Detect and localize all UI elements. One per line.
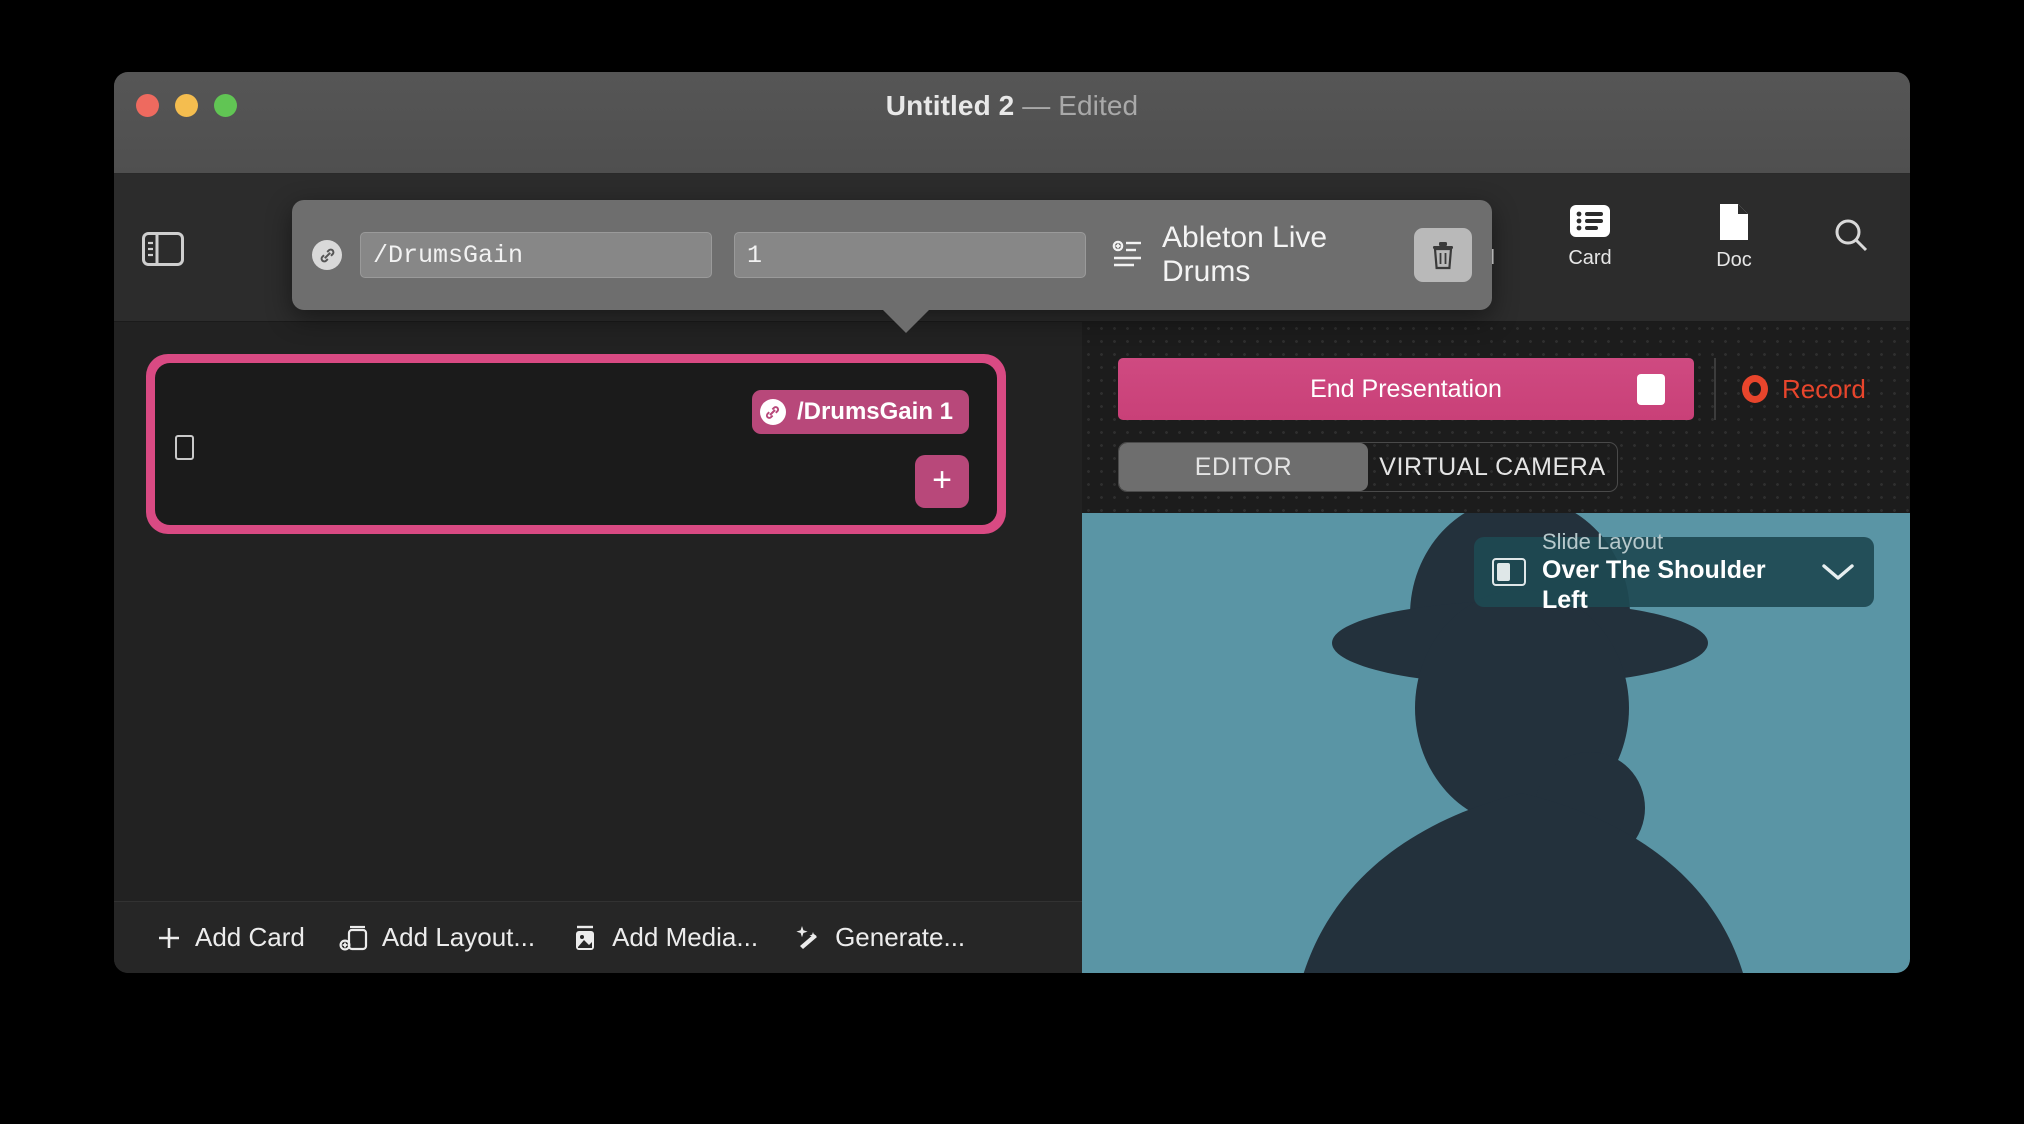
layout-split-icon xyxy=(1492,558,1526,586)
add-layout-label: Add Layout... xyxy=(382,922,535,953)
toolbar-card-label: Card xyxy=(1568,247,1611,270)
add-card-button[interactable]: Add Card xyxy=(154,922,305,953)
delete-binding-button[interactable] xyxy=(1414,228,1472,282)
window-edited-label: Edited xyxy=(1058,90,1138,121)
link-icon xyxy=(760,399,786,425)
record-label: Record xyxy=(1782,374,1866,405)
add-layout-icon xyxy=(339,922,371,954)
slide-layout-text: Slide Layout Over The Shoulder Left xyxy=(1542,529,1804,614)
trash-icon xyxy=(1430,240,1456,270)
card-add-button[interactable]: + xyxy=(915,455,969,508)
end-presentation-button[interactable]: End Presentation xyxy=(1118,358,1694,420)
slide-layout-caption: Slide Layout xyxy=(1542,529,1663,554)
popover-arrow xyxy=(880,307,932,333)
osc-address-input[interactable]: /DrumsGain xyxy=(360,232,712,278)
cards-pane: /DrumsGain 1 + Add Card xyxy=(114,322,1082,973)
window-title-separator: — xyxy=(1022,90,1050,121)
list-settings-icon[interactable] xyxy=(1110,237,1146,273)
slide-layout-value: Over The Shoulder Left xyxy=(1542,556,1766,614)
cards-bottom-toolbar: Add Card Add Layout... xyxy=(114,901,1082,973)
osc-link-chip[interactable]: /DrumsGain 1 xyxy=(752,390,969,434)
search-icon[interactable] xyxy=(1832,216,1870,259)
sparkles-icon xyxy=(792,922,824,954)
tab-virtual-camera[interactable]: VIRTUAL CAMERA xyxy=(1368,443,1617,491)
presentation-pane: End Presentation Record EDITOR VIRTUAL C… xyxy=(1082,322,1910,973)
osc-target-label: Ableton Live Drums xyxy=(1162,221,1414,289)
screenshot-root: Untitled 2 — Edited xyxy=(0,0,2024,1124)
toolbar-card-button[interactable]: Card xyxy=(1544,202,1636,270)
window-title: Untitled 2 — Edited xyxy=(114,90,1910,122)
add-media-button[interactable]: Add Media... xyxy=(569,922,758,954)
slide-preview: Slide Layout Over The Shoulder Left xyxy=(1082,513,1910,973)
record-circle-icon xyxy=(1742,375,1768,403)
osc-binding-popover: /DrumsGain 1 Ableton Live Drums xyxy=(292,200,1492,310)
osc-link-chip-label: /DrumsGain 1 xyxy=(797,398,953,426)
toolbar-divider xyxy=(1714,358,1716,420)
generate-label: Generate... xyxy=(835,922,965,953)
osc-value-input[interactable]: 1 xyxy=(734,232,1086,278)
window-body: /DrumsGain 1 + Add Card xyxy=(114,322,1910,973)
add-media-label: Add Media... xyxy=(612,922,758,953)
window-title-text: Untitled 2 xyxy=(886,90,1015,121)
add-card-label: Add Card xyxy=(195,922,305,953)
toolbar-doc-button[interactable]: Doc xyxy=(1688,202,1780,272)
record-button[interactable]: Record xyxy=(1742,358,1866,420)
view-mode-segmented-control[interactable]: EDITOR VIRTUAL CAMERA xyxy=(1118,442,1618,492)
add-layout-button[interactable]: Add Layout... xyxy=(339,922,535,954)
sidebar-toggle-icon[interactable] xyxy=(142,232,184,266)
doc-page-icon xyxy=(1716,202,1752,242)
title-bar: Untitled 2 — Edited xyxy=(114,72,1910,174)
tab-editor[interactable]: EDITOR xyxy=(1119,443,1368,491)
toolbar-doc-label: Doc xyxy=(1716,249,1752,272)
add-media-icon xyxy=(569,922,601,954)
card-content: /DrumsGain 1 + xyxy=(155,363,997,525)
chevron-down-icon[interactable] xyxy=(1820,561,1856,583)
stop-square-icon xyxy=(1637,374,1665,405)
card-checkbox[interactable] xyxy=(175,435,194,460)
end-presentation-label: End Presentation xyxy=(1310,375,1502,404)
slide-layout-dropdown[interactable]: Slide Layout Over The Shoulder Left xyxy=(1474,537,1874,607)
generate-button[interactable]: Generate... xyxy=(792,922,965,954)
link-icon xyxy=(312,240,342,270)
selected-card[interactable]: /DrumsGain 1 + xyxy=(146,354,1006,534)
card-list-icon xyxy=(1567,202,1613,240)
plus-icon xyxy=(154,923,184,953)
